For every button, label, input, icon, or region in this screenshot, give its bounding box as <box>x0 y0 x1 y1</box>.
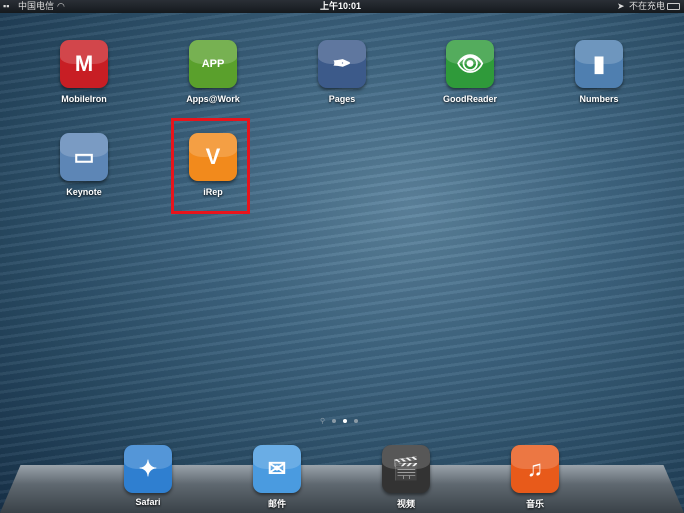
app-mobileiron[interactable]: M MobileIron <box>39 40 129 104</box>
music-icon: ♫ <box>511 445 559 493</box>
wifi-icon: ◠ <box>57 1 65 11</box>
location-icon: ➤ <box>617 1 625 11</box>
dock-app-videos[interactable]: 🎬 视频 <box>361 445 451 510</box>
battery-icon <box>667 3 680 10</box>
app-label: MobileIron <box>61 94 107 104</box>
videos-icon: 🎬 <box>382 445 430 493</box>
app-label: 邮件 <box>267 499 286 509</box>
app-label: Pages <box>328 94 356 104</box>
page-dot[interactable] <box>332 419 337 423</box>
app-label: Apps@Work <box>186 94 240 104</box>
app-appswork[interactable]: APP Apps@Work <box>168 40 258 104</box>
mobileiron-icon: M <box>60 40 108 88</box>
dock-app-mail[interactable]: ✉ 邮件 <box>232 445 322 510</box>
page-dot[interactable] <box>354 419 359 423</box>
status-bar: ▪▪ 中国电信 ◠ 上午10:01 ➤ 不在充电 <box>0 0 684 13</box>
goodreader-icon: 👁 <box>446 40 494 88</box>
app-label: Safari <box>135 497 161 507</box>
app-numbers[interactable]: ▮ Numbers <box>554 40 644 104</box>
page-indicator[interactable]: ⚲ <box>320 417 359 425</box>
charging-status: 不在充电 <box>629 1 666 11</box>
keynote-icon: ▭ <box>60 133 108 181</box>
highlight-box <box>171 118 250 214</box>
app-label: Keynote <box>66 187 102 197</box>
pages-icon: ✒ <box>318 40 366 88</box>
safari-icon: ✦ <box>124 445 172 493</box>
signal-icon: ▪▪ <box>3 1 10 11</box>
dock-app-music[interactable]: ♫ 音乐 <box>490 445 580 510</box>
spotlight-search-icon[interactable]: ⚲ <box>320 417 325 425</box>
app-label: 音乐 <box>525 499 544 509</box>
app-keynote[interactable]: ▭ Keynote <box>39 133 129 197</box>
app-goodreader[interactable]: 👁 GoodReader <box>425 40 515 104</box>
page-dot-current[interactable] <box>343 419 348 423</box>
clock: 上午10:01 <box>320 1 362 11</box>
dock-app-safari[interactable]: ✦ Safari <box>103 445 193 507</box>
app-label: Numbers <box>579 94 619 104</box>
carrier: 中国电信 <box>18 1 55 11</box>
mail-icon: ✉ <box>253 445 301 493</box>
app-label: 视频 <box>396 499 415 509</box>
app-pages[interactable]: ✒ Pages <box>297 40 387 104</box>
app-label: GoodReader <box>442 94 497 104</box>
apps-at-work-icon: APP <box>189 40 237 88</box>
numbers-icon: ▮ <box>575 40 623 88</box>
